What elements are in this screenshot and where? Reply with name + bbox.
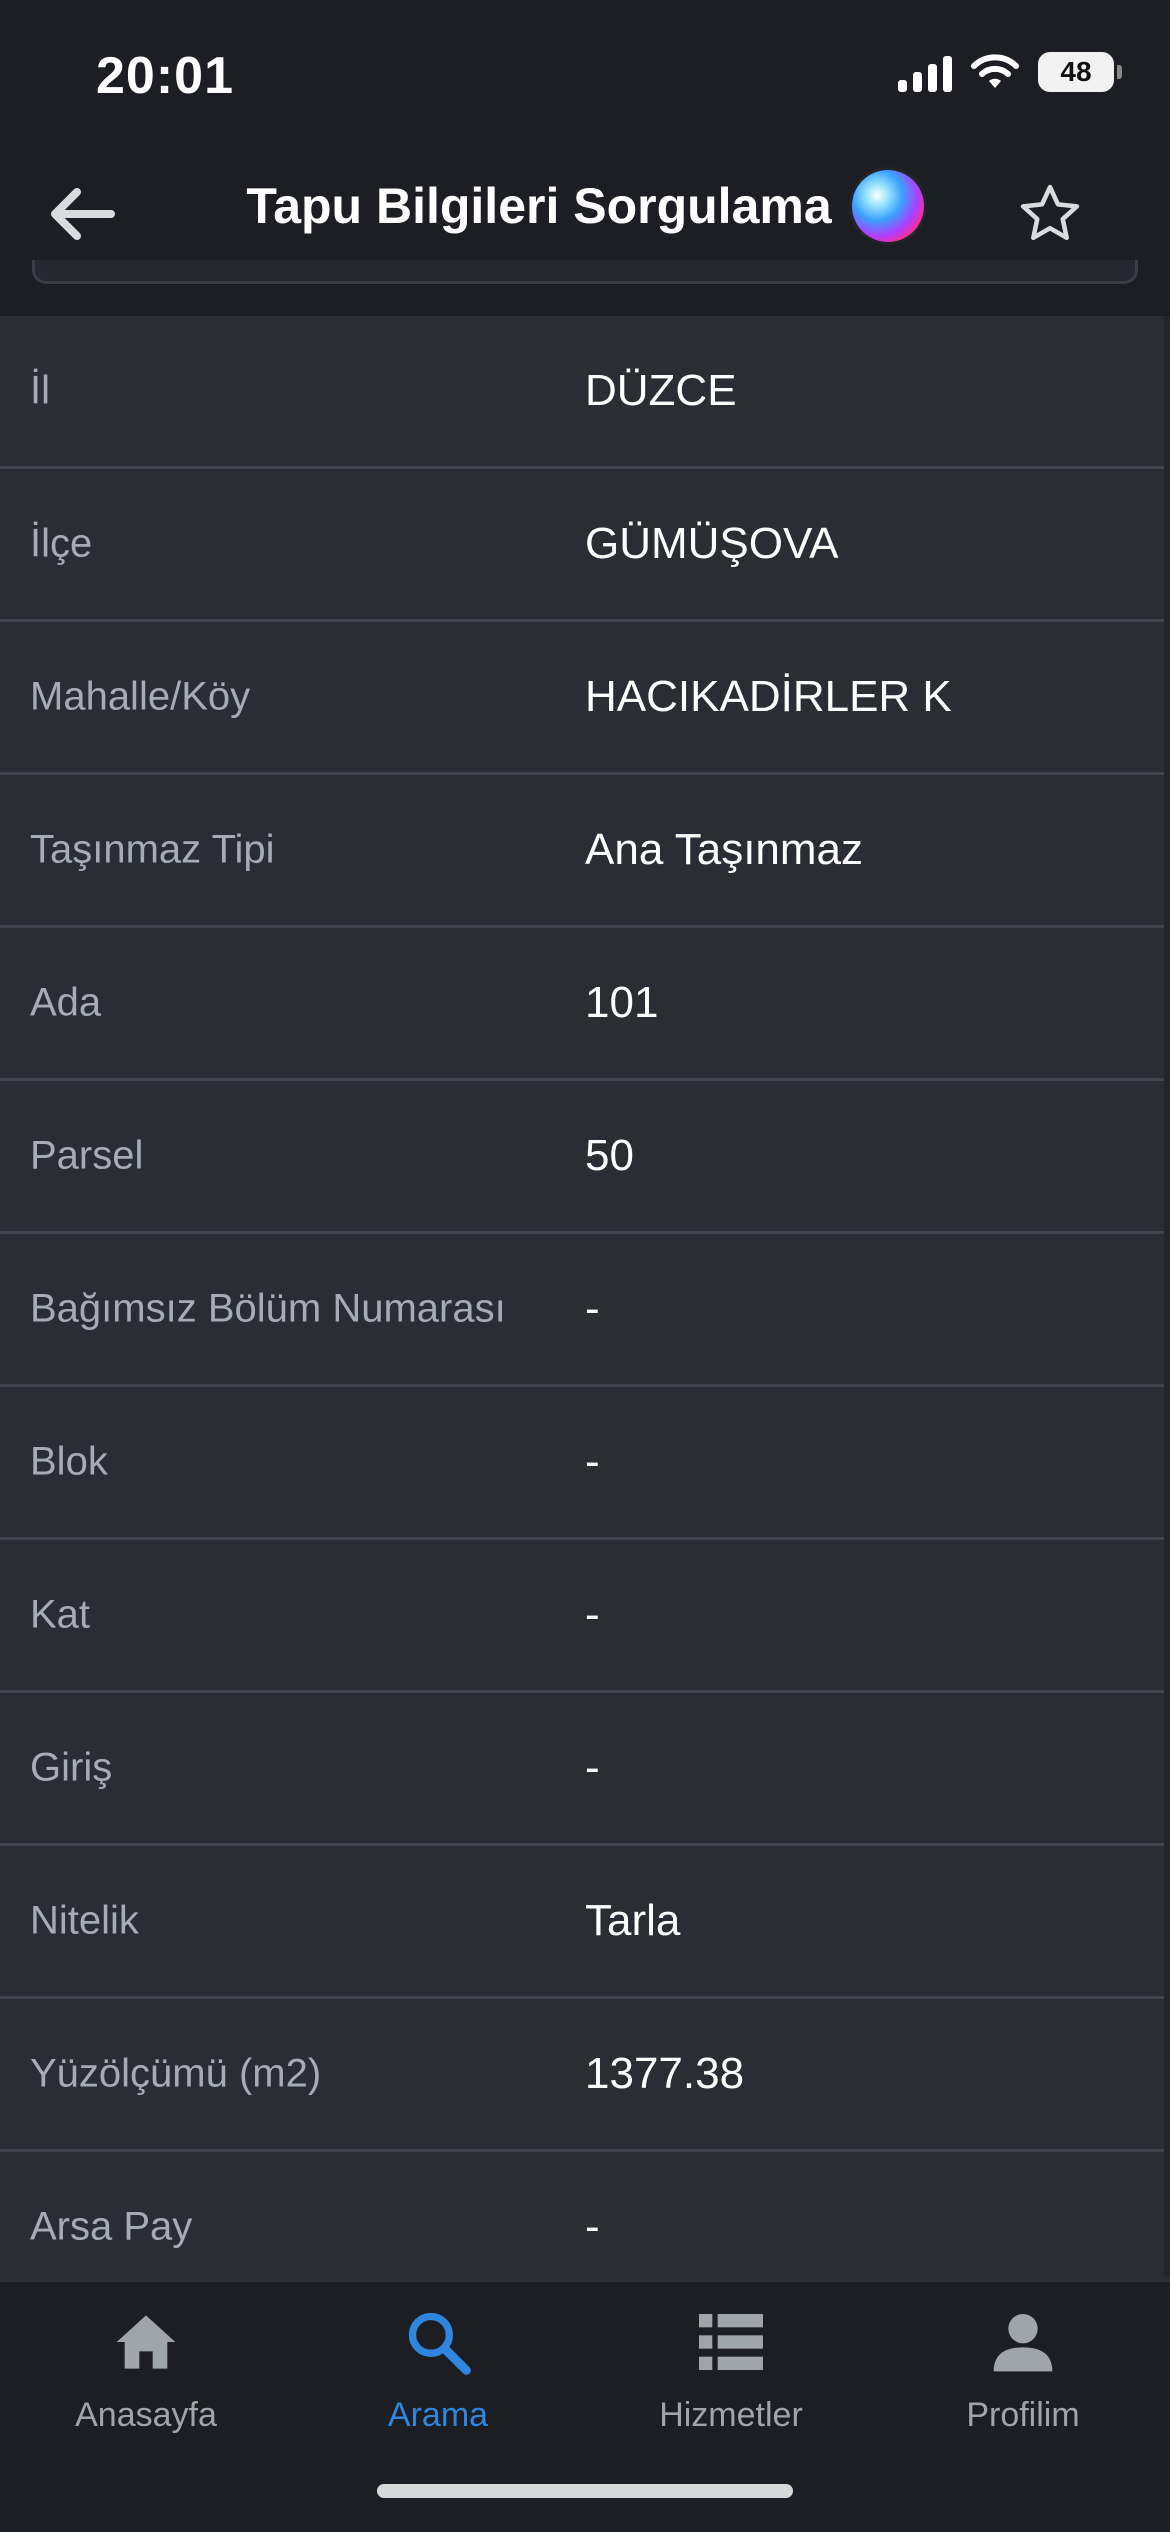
status-time: 20:01: [96, 47, 234, 105]
table-row: Nitelik Tarla: [0, 1846, 1170, 1999]
property-details-table: İl DÜZCE İlçe GÜMÜŞOVA Mahalle/Köy HACIKADİRL…: [0, 316, 1170, 2305]
row-value: 1377.38: [585, 2049, 745, 2098]
row-label: Kat: [30, 1592, 91, 1637]
row-value: -: [585, 1590, 600, 1639]
row-label: Blok: [30, 1439, 108, 1484]
previous-card-edge: [32, 260, 1138, 284]
table-row: Ada 101: [0, 928, 1170, 1081]
table-row: Yüzölçümü (m2) 1377.38: [0, 1999, 1170, 2152]
siri-icon[interactable]: [851, 170, 924, 242]
search-icon: [408, 2312, 471, 2375]
nav-title-group: Tapu Bilgileri Sorgulama: [0, 170, 1170, 242]
row-value: Tarla: [585, 1896, 681, 1945]
row-label: Parsel: [30, 1133, 144, 1178]
home-icon: [116, 2315, 176, 2369]
table-row: Mahalle/Köy HACIKADİRLER K: [0, 622, 1170, 775]
row-label: Giriş: [30, 1745, 113, 1790]
row-label: Taşınmaz Tipi: [30, 827, 275, 872]
row-label: Bağımsız Bölüm Numarası: [30, 1286, 506, 1331]
table-row: Blok -: [0, 1387, 1170, 1540]
table-row: Kat -: [0, 1540, 1170, 1693]
table-row: Parsel 50: [0, 1081, 1170, 1234]
battery-icon: 48: [1038, 52, 1122, 92]
tab-label: Anasayfa: [75, 2396, 217, 2434]
status-icons: 48: [898, 52, 1122, 92]
row-value: -: [585, 1284, 600, 1333]
tab-label: Arama: [387, 2396, 489, 2434]
row-value: -: [585, 2202, 600, 2251]
scrollbar[interactable]: [1164, 316, 1170, 2276]
row-label: İlçe: [30, 521, 93, 566]
table-row: İlçe GÜMÜŞOVA: [0, 469, 1170, 622]
nav-bar: Tapu Bilgileri Sorgulama: [0, 150, 1170, 270]
row-label: Nitelik: [30, 1898, 139, 1943]
row-label: Arsa Pay: [30, 2204, 193, 2249]
tab-profilim[interactable]: Profilim: [877, 2302, 1169, 2452]
row-label: Mahalle/Köy: [30, 674, 251, 719]
row-value: DÜZCE: [585, 366, 737, 415]
page-title: Tapu Bilgileri Sorgulama: [246, 178, 832, 234]
list-icon: [699, 2314, 763, 2370]
home-indicator[interactable]: [377, 2484, 793, 2498]
row-value: 50: [585, 1131, 634, 1180]
tab-label: Hizmetler: [659, 2396, 803, 2434]
table-row: İl DÜZCE: [0, 316, 1170, 469]
row-value: Ana Taşınmaz: [585, 825, 864, 874]
table-row: Giriş -: [0, 1693, 1170, 1846]
favorite-button[interactable]: [1010, 174, 1090, 254]
status-bar: 20:01 48: [0, 0, 1170, 150]
person-icon: [993, 2314, 1053, 2372]
tab-arama[interactable]: Arama: [292, 2302, 584, 2452]
star-icon: [1020, 184, 1080, 241]
wifi-icon: [971, 54, 1019, 88]
table-row: Taşınmaz Tipi Ana Taşınmaz: [0, 775, 1170, 928]
cellular-signal-icon: [898, 52, 952, 92]
row-label: İl: [30, 368, 50, 413]
row-value: -: [585, 1437, 600, 1486]
row-value: HACIKADİRLER K: [585, 672, 952, 721]
row-label: Yüzölçümü (m2): [30, 2051, 322, 2096]
tab-hizmetler[interactable]: Hizmetler: [585, 2302, 877, 2452]
row-value: 101: [585, 978, 659, 1027]
tab-label: Profilim: [966, 2396, 1080, 2434]
battery-level: 48: [1060, 56, 1092, 87]
row-value: -: [585, 1743, 600, 1792]
tab-anasayfa[interactable]: Anasayfa: [0, 2302, 292, 2452]
row-value: GÜMÜŞOVA: [585, 519, 839, 568]
row-label: Ada: [30, 980, 102, 1025]
table-row: Bağımsız Bölüm Numarası -: [0, 1234, 1170, 1387]
